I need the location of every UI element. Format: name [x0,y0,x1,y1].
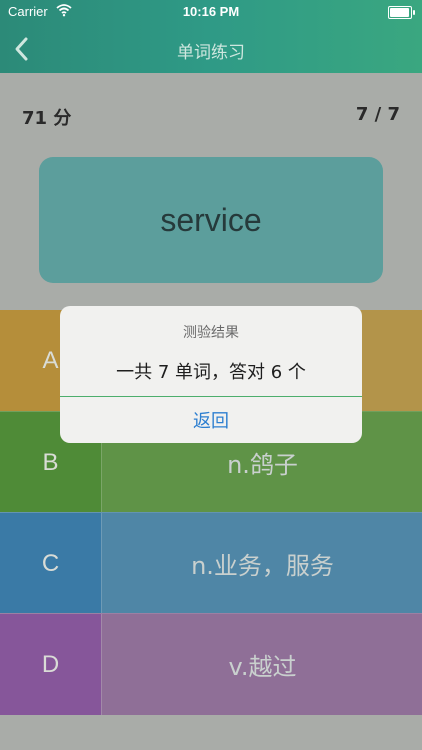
progress-label: 7 / 7 [355,104,400,125]
clock: 10:16 PM [182,4,240,19]
alert-title: 测验结果 [183,325,239,341]
score-label: 71 分 [22,108,72,129]
return-button[interactable]: 返回 [60,397,362,443]
word-text: service [160,201,262,238]
option-meaning: v.越过 [101,614,422,715]
option-meaning: n.业务，服务 [101,513,422,614]
bottom-spacer [0,715,422,750]
option-c[interactable]: C n.业务，服务 [0,512,422,614]
battery-icon [388,6,415,19]
word-card: service [39,157,383,283]
option-letter: C [0,513,101,614]
option-d[interactable]: D v.越过 [0,613,422,715]
result-alert: 测验结果 一共 7 单词，答对 6 个 返回 [60,306,362,443]
status-bar: Carrier 10:16 PM [0,0,422,24]
option-letter: D [0,614,101,715]
page-title: 单词练习 [177,43,245,63]
alert-message: 一共 7 单词，答对 6 个 [116,362,306,383]
